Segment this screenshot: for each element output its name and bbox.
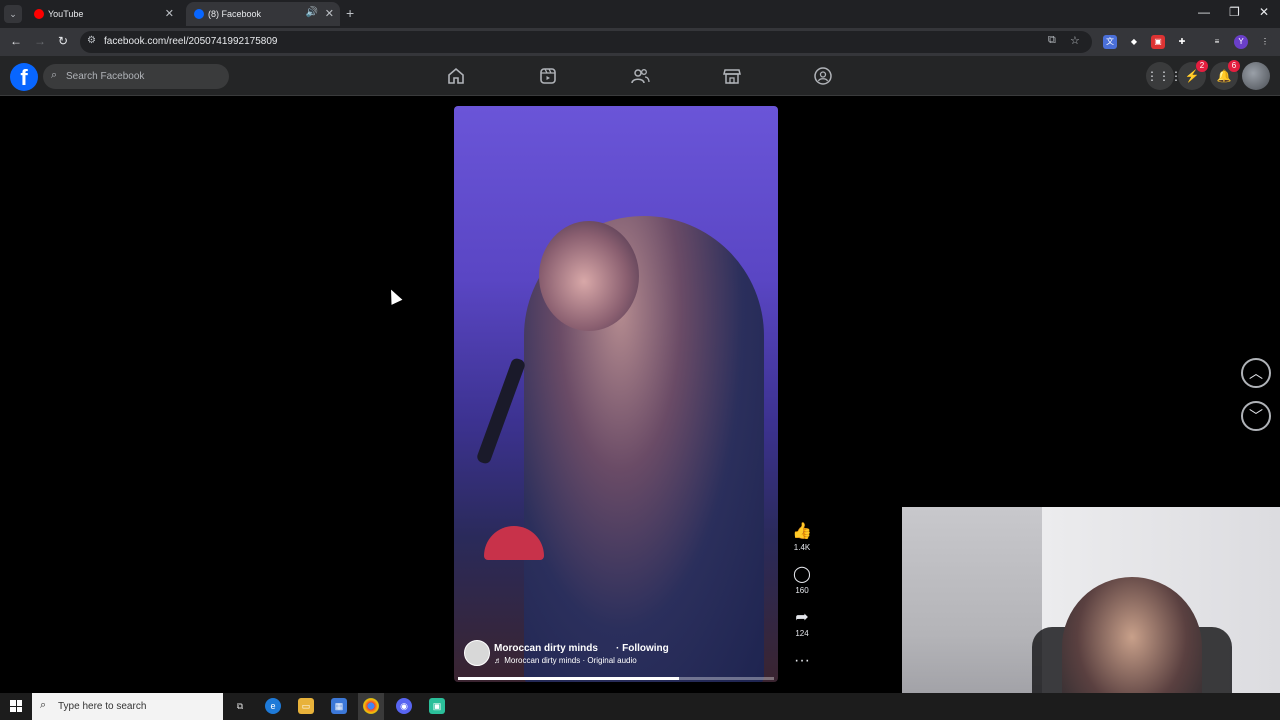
comment-button[interactable]: ◯ 160 <box>788 566 816 595</box>
search-icon: ⌕ <box>51 69 58 81</box>
reel-audio-label[interactable]: ♬ Moroccan dirty minds · Original audio <box>494 656 637 665</box>
media-controls-icon[interactable]: ≡ <box>1210 35 1224 49</box>
mouse-cursor-icon <box>385 287 403 305</box>
messenger-badge: 2 <box>1196 60 1208 72</box>
discord-icon[interactable]: ◉ <box>396 698 412 714</box>
close-tab-icon[interactable]: ✕ <box>325 7 334 20</box>
like-button[interactable]: 👍 1.4K <box>788 523 816 552</box>
taskbar-search-placeholder: Type here to search <box>58 701 147 712</box>
bookmark-star-icon[interactable]: ☆ <box>1070 34 1080 47</box>
reel-author-avatar[interactable] <box>464 640 490 666</box>
friends-icon[interactable] <box>630 66 650 86</box>
minimize-icon[interactable]: — <box>1198 5 1210 19</box>
close-window-icon[interactable]: ✕ <box>1259 5 1269 19</box>
extensions-puzzle-icon[interactable]: ✚ <box>1175 35 1189 49</box>
more-options-button[interactable]: ··· <box>788 652 816 670</box>
reel-follow-status[interactable]: · Following <box>616 643 669 654</box>
share-icon: ➦ <box>795 609 809 626</box>
home-icon[interactable] <box>446 66 466 86</box>
site-info-icon[interactable]: ⚙ <box>87 35 96 46</box>
reload-icon[interactable]: ↻ <box>58 34 68 48</box>
marketplace-icon[interactable] <box>722 66 742 86</box>
back-icon[interactable]: ← <box>10 34 22 48</box>
more-dots-icon: ··· <box>794 652 810 669</box>
address-bar[interactable]: ⚙ facebook.com/reel/2050741992175809 ⧉ ☆ <box>80 31 1092 53</box>
facebook-logo-icon[interactable]: f <box>10 63 38 91</box>
app-icon[interactable]: ▣ <box>429 698 445 714</box>
account-avatar[interactable] <box>1242 62 1270 90</box>
reels-icon[interactable] <box>538 66 558 86</box>
browser-tab-strip: ⌄ YouTube ✕ (8) Facebook 🔊 ✕ + — ❐ ✕ <box>0 0 1280 28</box>
notifications-badge: 6 <box>1228 60 1240 72</box>
translate-extension-icon[interactable]: 文 <box>1103 35 1117 49</box>
thumbs-up-icon: 👍 <box>792 523 812 540</box>
next-reel-chevron-down-icon[interactable]: ﹀ <box>1241 401 1271 431</box>
reel-progress-bar[interactable] <box>458 677 774 680</box>
browser-toolbar: ← → ↻ ⚙ facebook.com/reel/20507419921758… <box>0 28 1280 56</box>
forward-icon[interactable]: → <box>34 34 46 48</box>
restore-icon[interactable]: ❐ <box>1229 5 1240 19</box>
edge-icon[interactable]: e <box>265 698 281 714</box>
menu-grid-icon[interactable]: ⋮⋮⋮ <box>1146 62 1182 90</box>
tab-facebook[interactable]: (8) Facebook 🔊 ✕ <box>186 2 340 26</box>
audio-playing-icon[interactable]: 🔊 <box>306 7 318 18</box>
search-icon: ⌕ <box>40 699 47 711</box>
facebook-search-input[interactable]: ⌕ Search Facebook <box>43 64 229 89</box>
search-placeholder: Search Facebook <box>66 71 145 82</box>
tab-youtube[interactable]: YouTube ✕ <box>26 2 180 26</box>
reel-video-frame-detail <box>539 221 639 331</box>
reel-video[interactable]: Moroccan dirty minds · Following ♬ Moroc… <box>454 106 778 682</box>
tab-search-button[interactable]: ⌄ <box>4 5 22 23</box>
close-tab-icon[interactable]: ✕ <box>165 7 174 20</box>
reel-video-frame-detail <box>475 356 527 466</box>
windows-start-icon[interactable] <box>10 700 22 712</box>
reel-author-name[interactable]: Moroccan dirty minds <box>494 643 598 654</box>
install-app-icon[interactable]: ⧉ <box>1048 34 1056 47</box>
extension-diamond-icon[interactable]: ◆ <box>1127 35 1141 49</box>
browser-menu-icon[interactable]: ⋮ <box>1258 35 1272 49</box>
facebook-icon <box>194 9 204 19</box>
chrome-icon[interactable] <box>363 698 379 714</box>
tab-title: YouTube <box>48 9 84 19</box>
store-icon[interactable]: ▦ <box>331 698 347 714</box>
tab-title: (8) Facebook <box>208 9 262 19</box>
comment-icon: ◯ <box>793 566 811 583</box>
windows-taskbar: ⌕ Type here to search ⧉ e ▭ ▦ ◉ ▣ <box>0 693 1280 720</box>
share-count: 124 <box>795 629 809 638</box>
extension-red-icon[interactable]: ▣ <box>1151 35 1165 49</box>
file-explorer-icon[interactable]: ▭ <box>298 698 314 714</box>
new-tab-button[interactable]: + <box>346 5 354 21</box>
taskbar-search-input[interactable]: ⌕ Type here to search <box>32 693 223 720</box>
comment-count: 160 <box>795 586 809 595</box>
like-count: 1.4K <box>793 543 811 552</box>
groups-icon[interactable] <box>813 66 833 86</box>
task-view-icon[interactable]: ⧉ <box>232 698 248 714</box>
youtube-icon <box>34 9 44 19</box>
url-text: facebook.com/reel/2050741992175809 <box>104 36 278 47</box>
webcam-overlay <box>902 507 1280 720</box>
reel-progress-fill <box>458 677 680 680</box>
facebook-header: f ⌕ Search Facebook ⋮⋮⋮ ⚡ 2 🔔 6 <box>0 56 1280 96</box>
share-button[interactable]: ➦ 124 <box>788 609 816 638</box>
profile-avatar-icon[interactable]: Y <box>1234 35 1248 49</box>
previous-reel-chevron-up-icon[interactable]: ︿ <box>1241 358 1271 388</box>
